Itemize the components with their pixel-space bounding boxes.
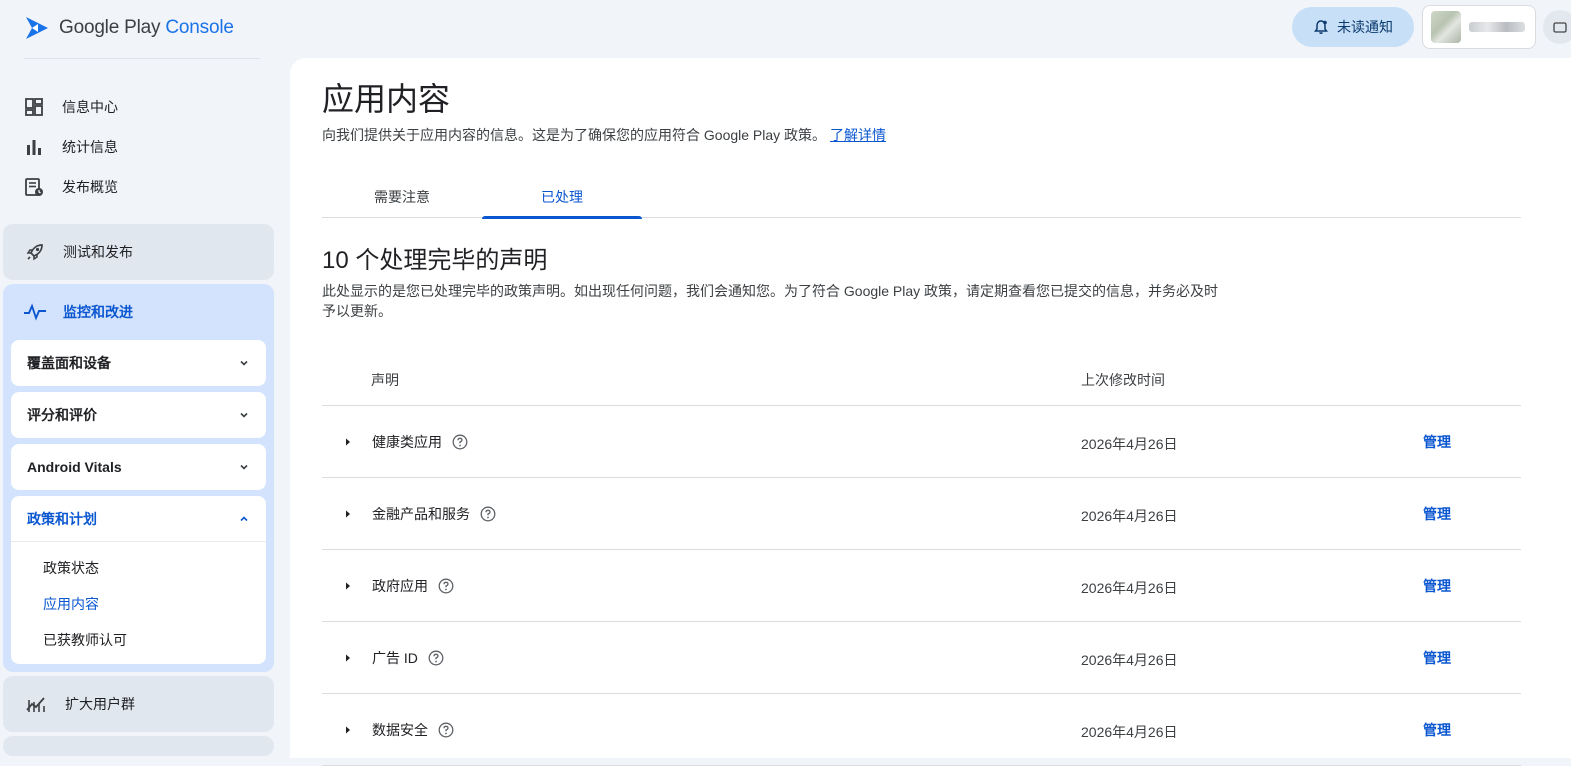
table-row: 广告 ID 2026年4月26日 管理 [322, 622, 1521, 694]
declaration-name: 数据安全 [372, 694, 454, 766]
grow-icon [26, 697, 45, 712]
tab-needs-attention[interactable]: 需要注意 [322, 178, 482, 218]
sidebar-section-monitor: 监控和改进 覆盖面和设备 评分和评价 Android Vitals 政策和计划 [3, 284, 274, 672]
notifications-button[interactable]: 未读通知 [1292, 7, 1414, 47]
notifications-label: 未读通知 [1337, 19, 1393, 35]
sidebar-group-label: 政策和计划 [27, 510, 97, 527]
declaration-name: 健康类应用 [372, 406, 468, 478]
pulse-icon [24, 303, 46, 321]
table-row: 政府应用 2026年4月26日 管理 [322, 550, 1521, 622]
chevron-down-icon [240, 360, 248, 366]
tab-bar: 需要注意 已处理 [322, 178, 1521, 219]
declaration-name: 政府应用 [372, 550, 454, 622]
section-title: 10 个处理完毕的声明 [322, 247, 548, 274]
last-modified-date: 2026年4月26日 [1081, 724, 1178, 740]
declaration-label: 健康类应用 [372, 434, 442, 450]
declarations-table: 声明 上次修改时间 健康类应用 2026年4月26日 管理 金融产品和服务 20… [322, 354, 1521, 766]
expand-caret-icon[interactable] [343, 725, 353, 735]
last-modified-date: 2026年4月26日 [1081, 508, 1178, 524]
declaration-label: 广告 ID [372, 650, 418, 666]
manage-button[interactable]: 管理 [1409, 642, 1465, 674]
column-header-last-modified: 上次修改时间 [1081, 372, 1165, 388]
tab-handled[interactable]: 已处理 [482, 178, 642, 219]
sidebar-group-ratings-reviews[interactable]: 评分和评价 [11, 392, 266, 438]
sidebar-item-monitor-and-improve[interactable]: 监控和改进 [23, 298, 133, 326]
sidebar-item-grow-users[interactable]: 扩大用户群 [3, 676, 274, 732]
account-switcher[interactable] [1422, 5, 1536, 49]
bar-chart-icon [27, 140, 41, 155]
table-header: 声明 上次修改时间 [322, 354, 1521, 406]
account-name-redacted [1469, 22, 1525, 32]
manage-button[interactable]: 管理 [1409, 570, 1465, 602]
chevron-down-icon [240, 412, 248, 418]
chevron-up-icon [240, 515, 248, 521]
manage-button[interactable]: 管理 [1409, 714, 1465, 746]
bell-icon [1314, 20, 1328, 34]
table-row: 金融产品和服务 2026年4月26日 管理 [322, 478, 1521, 550]
last-modified-date: 2026年4月26日 [1081, 580, 1178, 596]
expand-caret-icon[interactable] [343, 581, 353, 591]
learn-more-link[interactable]: 了解详情 [830, 127, 886, 143]
declaration-label: 金融产品和服务 [372, 506, 470, 522]
section-description: 此处显示的是您已处理完毕的政策声明。如出现任何问题，我们会通知您。为了符合 Go… [322, 283, 1219, 319]
page-title: 应用内容 [322, 81, 451, 117]
sidebar-item-more[interactable] [3, 736, 274, 756]
sidebar-item-release-overview[interactable]: 发布概览 [24, 169, 264, 205]
logo-text: Google Play Console [59, 17, 234, 38]
manage-button[interactable]: 管理 [1409, 426, 1465, 458]
sidebar-link-teacher-approved[interactable]: 已获教师认可 [11, 622, 266, 658]
top-bar: Google Play Console 未读通知 [0, 0, 1571, 59]
help-circle-icon[interactable] [452, 434, 468, 450]
sidebar-link-policy-status[interactable]: 政策状态 [11, 550, 266, 586]
sidebar-item-label: 监控和改进 [63, 304, 133, 320]
last-modified-date: 2026年4月26日 [1081, 652, 1178, 668]
sidebar-group-label: 覆盖面和设备 [27, 355, 111, 371]
release-overview-icon [25, 178, 43, 196]
expand-caret-icon[interactable] [343, 509, 353, 519]
declaration-name: 广告 ID [372, 622, 444, 694]
chevron-down-icon [240, 464, 248, 470]
page-description-text: 向我们提供关于应用内容的信息。这是为了确保您的应用符合 Google Play … [322, 127, 827, 143]
table-row: 健康类应用 2026年4月26日 管理 [322, 406, 1521, 478]
play-console-logo[interactable]: Google Play Console [24, 14, 234, 42]
sidebar-item-test-and-release[interactable]: 测试和发布 [3, 224, 274, 280]
help-circle-icon[interactable] [438, 722, 454, 738]
declaration-name: 金融产品和服务 [372, 478, 496, 550]
help-icon [1553, 22, 1567, 33]
avatar [1431, 11, 1461, 43]
sidebar-group-policy-header[interactable]: 政策和计划 [11, 496, 266, 542]
expand-caret-icon[interactable] [343, 653, 353, 663]
column-header-declaration: 声明 [371, 372, 399, 388]
sidebar-group-label: 评分和评价 [27, 407, 97, 423]
sidebar-item-statistics[interactable]: 统计信息 [24, 129, 264, 165]
help-circle-icon[interactable] [428, 650, 444, 666]
sidebar-group-reach-devices[interactable]: 覆盖面和设备 [11, 340, 266, 386]
manage-button[interactable]: 管理 [1409, 498, 1465, 530]
sidebar-item-dashboard[interactable]: 信息中心 [24, 89, 264, 125]
sidebar-item-label: 统计信息 [62, 139, 118, 155]
play-console-logo-icon [26, 17, 48, 39]
sidebar-group-android-vitals[interactable]: Android Vitals [11, 444, 266, 490]
help-circle-icon[interactable] [438, 578, 454, 594]
declaration-label: 数据安全 [372, 722, 428, 738]
last-modified-date: 2026年4月26日 [1081, 436, 1178, 452]
sidebar-item-label: 信息中心 [62, 99, 118, 115]
help-button[interactable] [1543, 10, 1571, 44]
rocket-icon [26, 244, 43, 261]
page-description: 向我们提供关于应用内容的信息。这是为了确保您的应用符合 Google Play … [322, 125, 886, 145]
sidebar-group-label: Android Vitals [27, 459, 122, 475]
sidebar-item-label: 扩大用户群 [65, 696, 135, 712]
sidebar: 信息中心 统计信息 发布概览 测试和发布 监控和改进 覆盖面和设备 评分和评价 … [0, 58, 280, 756]
sidebar-item-label: 测试和发布 [63, 244, 133, 260]
main-panel: 应用内容 向我们提供关于应用内容的信息。这是为了确保您的应用符合 Google … [290, 58, 1571, 766]
sidebar-link-app-content[interactable]: 应用内容 [11, 586, 266, 622]
dashboard-icon [25, 98, 43, 116]
expand-caret-icon[interactable] [343, 437, 353, 447]
table-row: 数据安全 2026年4月26日 管理 [322, 694, 1521, 766]
sidebar-group-policy-programs: 政策和计划 政策状态 应用内容 已获教师认可 [11, 496, 266, 664]
declaration-label: 政府应用 [372, 578, 428, 594]
sidebar-item-label: 发布概览 [62, 179, 118, 195]
help-circle-icon[interactable] [480, 506, 496, 522]
